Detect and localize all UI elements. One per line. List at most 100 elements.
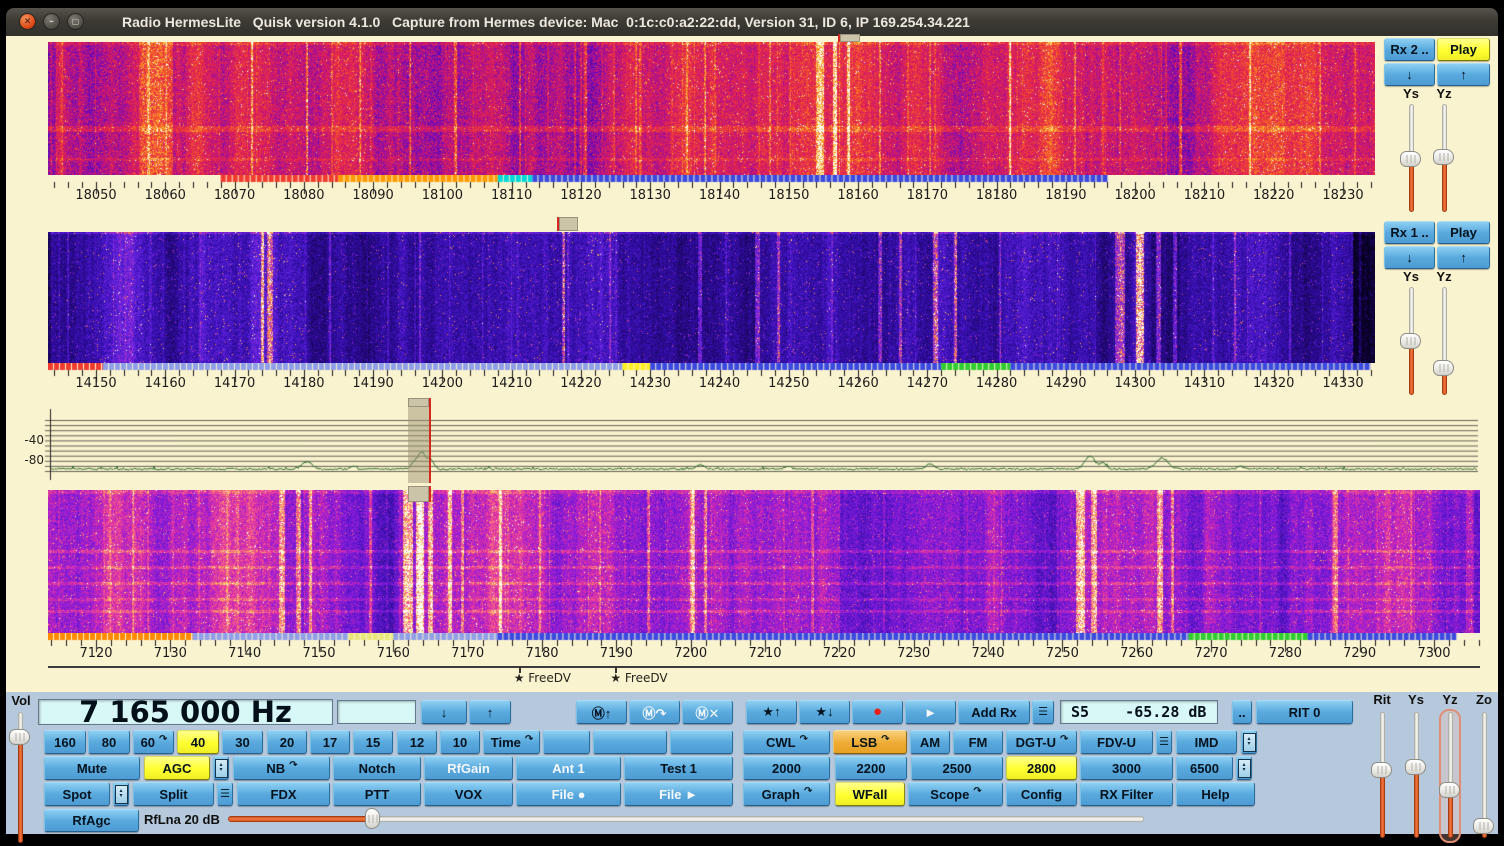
button-play[interactable]: Play <box>1437 38 1490 61</box>
button-20[interactable]: 20 <box>267 730 307 754</box>
button-rx-1[interactable]: Rx 1 .. <box>1384 221 1435 244</box>
button-rx-filter[interactable]: RX Filter <box>1080 782 1173 806</box>
button-rit-0[interactable]: RIT 0 <box>1256 700 1353 724</box>
slider-yz[interactable] <box>1438 712 1462 838</box>
button-add-rx[interactable]: Add Rx <box>958 700 1030 724</box>
button-blank[interactable]: ↑ <box>1437 63 1490 86</box>
slider-handle[interactable] <box>365 808 380 829</box>
button-blank[interactable]: Ⓜ✕ <box>682 700 733 724</box>
list-button[interactable]: ☰ <box>217 782 233 806</box>
button-split[interactable]: Split <box>133 782 214 806</box>
button-3000[interactable]: 3000 <box>1080 756 1173 780</box>
button-2500[interactable]: 2500 <box>911 756 1003 780</box>
maximize-icon[interactable] <box>67 13 84 30</box>
button-blank[interactable]: Ⓜ↑ <box>576 700 627 724</box>
passband-tab-rx2[interactable] <box>840 34 859 42</box>
slider-handle[interactable] <box>1371 762 1392 778</box>
button-2800[interactable]: 2800 <box>1006 756 1077 780</box>
waterfall-20m[interactable] <box>48 232 1375 363</box>
button-notch[interactable]: Notch <box>333 756 421 780</box>
button-40[interactable]: 40 <box>177 730 219 754</box>
button-15[interactable]: 15 <box>353 730 393 754</box>
button-imd[interactable]: IMD <box>1176 730 1237 754</box>
spectrum-graph[interactable] <box>42 406 1480 484</box>
spin-button[interactable]: ▴▾ <box>1236 756 1252 780</box>
button-lsb[interactable]: LSB↷ <box>833 730 907 754</box>
button-blank[interactable]: Ⓜ↷ <box>629 700 680 724</box>
station-label-freedv[interactable]: ★ FreeDV <box>514 671 594 685</box>
button-12[interactable]: 12 <box>397 730 437 754</box>
rx1-slider-yz[interactable] <box>1432 287 1456 395</box>
button-test-1[interactable]: Test 1 <box>624 756 733 780</box>
button-160[interactable]: 160 <box>44 730 86 754</box>
slider-handle[interactable] <box>1439 782 1460 798</box>
button-60[interactable]: 60↷ <box>133 730 174 754</box>
button-blank[interactable]: ↑ <box>469 700 511 724</box>
button-rfgain[interactable]: RfGain <box>424 756 513 780</box>
button-17[interactable]: 17 <box>310 730 350 754</box>
button-time[interactable]: Time↷ <box>483 730 540 754</box>
button-2000[interactable]: 2000 <box>743 756 830 780</box>
list-button[interactable]: ☰ <box>1156 730 1172 754</box>
button-blank[interactable] <box>670 730 733 754</box>
button-ptt[interactable]: PTT <box>333 782 421 806</box>
slider-handle[interactable] <box>1405 759 1426 775</box>
button-30[interactable]: 30 <box>222 730 263 754</box>
button-blank[interactable] <box>593 730 667 754</box>
minimize-icon[interactable] <box>43 13 60 30</box>
spin-button[interactable]: ▴▾ <box>113 782 129 806</box>
frequency-entry[interactable] <box>337 700 416 724</box>
spin-button[interactable]: ▴▾ <box>1241 730 1257 754</box>
button-cwl[interactable]: CWL↷ <box>743 730 830 754</box>
button-help[interactable]: Help <box>1176 782 1255 806</box>
button-6500[interactable]: 6500 <box>1176 756 1233 780</box>
passband-tab-main[interactable] <box>408 486 429 502</box>
button-vox[interactable]: VOX <box>424 782 513 806</box>
list-button[interactable]: ☰ <box>1032 700 1054 724</box>
button-wfall[interactable]: WFall <box>835 782 905 806</box>
button-blank[interactable]: ★↑ <box>746 700 797 724</box>
button-config[interactable]: Config <box>1006 782 1077 806</box>
button-agc[interactable]: AGC <box>144 756 210 780</box>
button-blank[interactable]: ↓ <box>421 700 467 724</box>
rx2-slider-ys[interactable] <box>1399 104 1423 212</box>
rx1-slider-ys[interactable] <box>1399 287 1423 395</box>
button-blank[interactable]: .. <box>1232 700 1252 724</box>
button-blank[interactable]: ↓ <box>1384 63 1435 86</box>
volume-slider[interactable] <box>8 712 32 843</box>
button-blank[interactable]: ↓ <box>1384 246 1435 269</box>
button-rx-2[interactable]: Rx 2 .. <box>1384 38 1435 61</box>
slider-handle[interactable] <box>9 729 30 745</box>
button-blank[interactable]: ↑ <box>1437 246 1490 269</box>
station-label-freedv[interactable]: ★ FreeDV <box>610 671 690 685</box>
button-blank[interactable] <box>543 730 590 754</box>
button-fm[interactable]: FM <box>953 730 1003 754</box>
slider-handle[interactable] <box>1400 151 1421 167</box>
button-mute[interactable]: Mute <box>44 756 140 780</box>
slider-handle[interactable] <box>1433 360 1454 376</box>
button-nb[interactable]: NB↷ <box>233 756 330 780</box>
button-am[interactable]: AM <box>910 730 950 754</box>
button-ant-1[interactable]: Ant 1 <box>516 756 621 780</box>
button-blank[interactable]: ● <box>852 700 903 724</box>
rflna-slider[interactable] <box>228 808 1144 830</box>
button-spot[interactable]: Spot <box>44 782 110 806</box>
button-scope[interactable]: Scope↷ <box>908 782 1003 806</box>
button-80[interactable]: 80 <box>88 730 130 754</box>
waterfall-40m[interactable] <box>48 490 1480 633</box>
slider-handle[interactable] <box>1400 333 1421 349</box>
button-10[interactable]: 10 <box>440 730 480 754</box>
close-icon[interactable] <box>19 13 36 30</box>
button-dgt-u[interactable]: DGT-U↷ <box>1006 730 1077 754</box>
button-2200[interactable]: 2200 <box>835 756 907 780</box>
passband-tab-main[interactable] <box>408 398 429 407</box>
button-file[interactable]: File ● <box>516 782 621 806</box>
rx2-slider-yz[interactable] <box>1432 104 1456 212</box>
spin-button[interactable]: ▴▾ <box>213 756 229 780</box>
button-file[interactable]: File ► <box>624 782 733 806</box>
waterfall-17m[interactable] <box>48 42 1375 175</box>
button-graph[interactable]: Graph↷ <box>743 782 830 806</box>
slider-handle[interactable] <box>1433 149 1454 165</box>
slider-ys[interactable] <box>1404 712 1428 838</box>
slider-handle[interactable] <box>1473 818 1494 834</box>
